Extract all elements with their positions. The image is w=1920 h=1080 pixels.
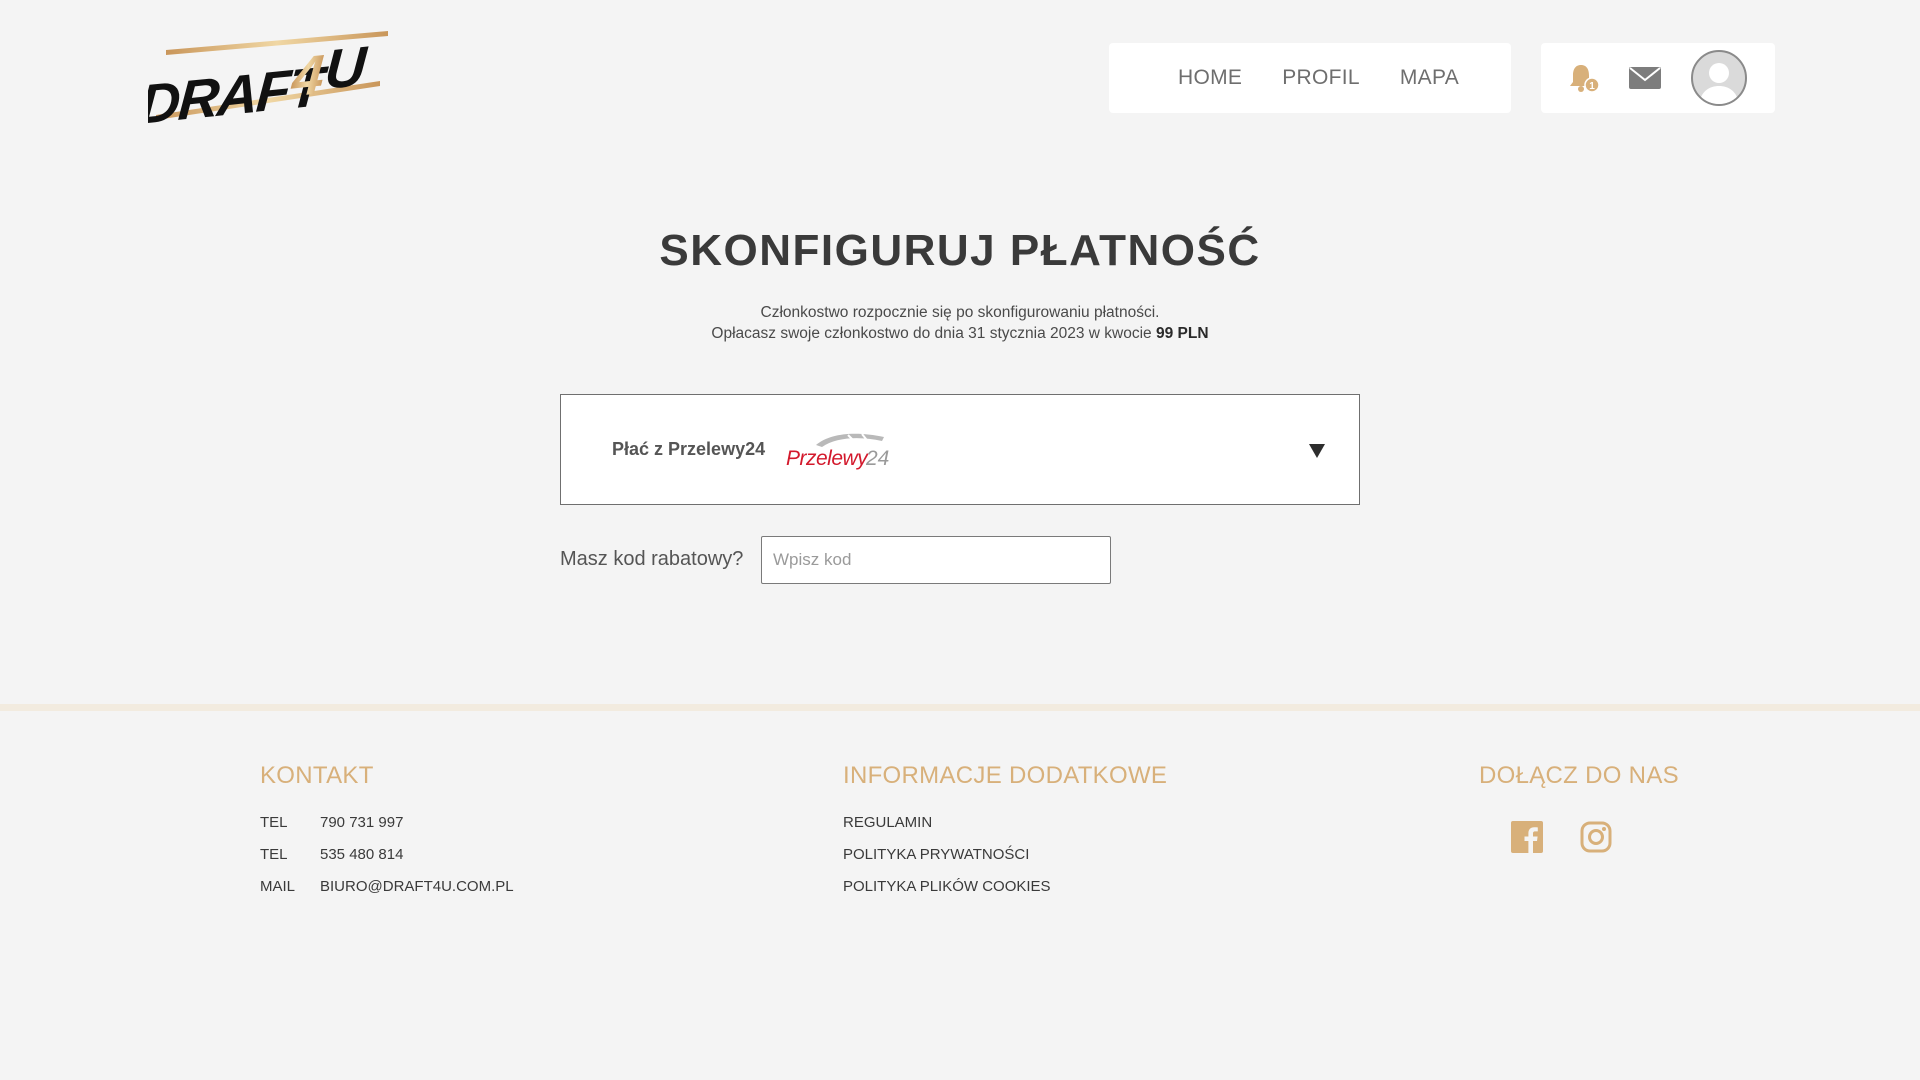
svg-text:Przelewy: Przelewy — [786, 447, 869, 470]
contact-row-phone-2: TEL 535 480 814 — [260, 846, 403, 863]
main-nav: HOME PROFIL MAPA — [1109, 43, 1511, 113]
payment-method-dropdown[interactable]: Płać z Przelewy24 Przelewy 24 — [560, 394, 1360, 505]
info-heading: INFORMACJE DODATKOWE — [843, 762, 1168, 789]
facebook-icon[interactable] — [1511, 821, 1543, 853]
user-panel: 1 — [1541, 43, 1775, 113]
contact-key: TEL — [260, 846, 288, 863]
chevron-down-icon[interactable] — [1308, 443, 1326, 459]
bell-icon[interactable]: 1 — [1567, 61, 1603, 97]
regulamin-link[interactable]: REGULAMIN — [843, 814, 932, 831]
membership-info: Członkostwo rozpocznie się po skonfiguro… — [0, 302, 1920, 344]
przelewy24-logo: Przelewy 24 — [786, 431, 890, 471]
nav-profil[interactable]: PROFIL — [1282, 66, 1360, 90]
page-title: SKONFIGURUJ PŁATNOŚĆ — [659, 226, 1261, 275]
svg-text:4: 4 — [289, 43, 326, 109]
nav-mapa[interactable]: MAPA — [1400, 66, 1459, 90]
footer-divider — [0, 704, 1920, 711]
nav-home[interactable]: HOME — [1178, 66, 1242, 90]
subtitle-line-2: Opłacasz swoje członkostwo do dnia 31 st… — [0, 323, 1920, 344]
discount-code-input[interactable] — [761, 536, 1111, 584]
subtitle-line-1: Członkostwo rozpocznie się po skonfiguro… — [760, 304, 1160, 321]
privacy-policy-link[interactable]: POLITYKA PRYWATNOŚCI — [843, 846, 1029, 863]
subtitle-line-2-text: Opłacasz swoje członkostwo do dnia 31 st… — [711, 325, 1152, 342]
svg-text:24: 24 — [865, 447, 889, 470]
mail-icon[interactable] — [1629, 67, 1661, 89]
draft4u-logo[interactable]: DRAFT 4 U — [137, 28, 388, 136]
contact-heading: KONTAKT — [260, 762, 374, 789]
svg-text:U: U — [323, 34, 370, 101]
avatar[interactable] — [1691, 50, 1747, 106]
payment-method-label: Płać z Przelewy24 — [612, 439, 766, 459]
contact-value[interactable]: 535 480 814 — [320, 846, 403, 863]
contact-value[interactable]: 790 731 997 — [320, 814, 403, 831]
contact-key: TEL — [260, 814, 288, 831]
cookies-policy-link[interactable]: POLITYKA PLIKÓW COOKIES — [843, 878, 1051, 895]
discount-label: Masz kod rabatowy? — [560, 548, 744, 570]
social-heading: DOŁĄCZ DO NAS — [1479, 762, 1679, 789]
membership-amount: 99 PLN — [1156, 325, 1209, 342]
notification-count: 1 — [1589, 81, 1595, 92]
contact-key: MAIL — [260, 878, 296, 895]
instagram-icon[interactable] — [1580, 821, 1612, 853]
contact-row-phone-1: TEL 790 731 997 — [260, 814, 403, 831]
contact-row-mail: MAIL BIURO@DRAFT4U.COM.PL — [260, 878, 514, 895]
contact-value[interactable]: BIURO@DRAFT4U.COM.PL — [320, 878, 514, 895]
